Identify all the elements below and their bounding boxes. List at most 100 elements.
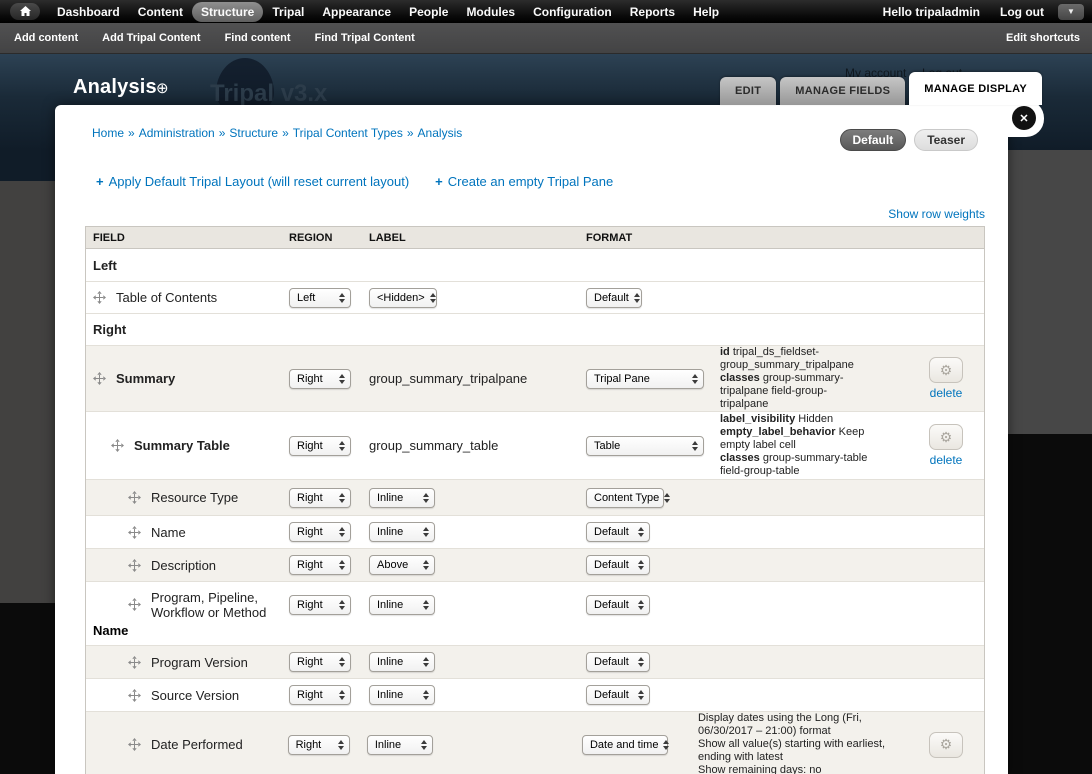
tab-manage-fields[interactable]: MANAGE FIELDS: [780, 77, 905, 105]
region-select[interactable]: Right: [289, 436, 351, 456]
tab-edit[interactable]: EDIT: [720, 77, 776, 105]
shortcut-find-content[interactable]: Find content: [215, 28, 301, 48]
field-name: Resource Type: [151, 490, 238, 505]
format-settings-button[interactable]: ⚙: [929, 424, 963, 450]
toolbar-item-content[interactable]: Content: [129, 2, 192, 22]
view-mode-default[interactable]: Default: [840, 129, 907, 151]
page-background: [0, 181, 55, 603]
shortcut-add-content[interactable]: Add content: [4, 28, 88, 48]
tab-manage-display[interactable]: MANAGE DISPLAY: [909, 72, 1042, 105]
toolbar-item-structure[interactable]: Structure: [192, 2, 263, 22]
apply-default-layout-link[interactable]: +Apply Default Tripal Layout (will reset…: [96, 174, 409, 189]
home-button[interactable]: [10, 3, 40, 20]
label-select[interactable]: Inline: [369, 488, 435, 508]
label-select[interactable]: Above: [369, 555, 435, 575]
drag-handle-icon[interactable]: [128, 559, 141, 572]
field-name: Summary: [116, 371, 175, 386]
group-row-left: Left: [86, 249, 984, 281]
format-select[interactable]: Default: [586, 652, 650, 672]
format-select[interactable]: Default: [586, 595, 650, 615]
label-select[interactable]: <Hidden>: [369, 288, 437, 308]
format-select[interactable]: Date and time: [582, 735, 668, 755]
shortcut-find-tripal-content[interactable]: Find Tripal Content: [305, 28, 425, 48]
format-value: Default: [594, 559, 629, 571]
plus-icon: +: [435, 174, 443, 189]
drag-handle-icon[interactable]: [128, 491, 141, 504]
circle-plus-icon[interactable]: ⊕: [156, 79, 169, 97]
label-value: <Hidden>: [377, 292, 425, 304]
region-select[interactable]: Right: [289, 369, 351, 389]
toolbar-item-reports[interactable]: Reports: [621, 2, 684, 22]
label-select[interactable]: Inline: [369, 652, 435, 672]
format-select[interactable]: Default: [586, 555, 650, 575]
breadcrumb-tripal-content-types[interactable]: Tripal Content Types: [293, 126, 403, 140]
close-overlay-button[interactable]: ✕: [1012, 106, 1036, 130]
breadcrumb-home[interactable]: Home: [92, 126, 124, 140]
region-select[interactable]: Right: [289, 488, 351, 508]
column-header-region: REGION: [289, 232, 369, 244]
gear-icon: ⚙: [940, 736, 953, 753]
site-name: Tripal v3.x: [210, 80, 327, 108]
delete-link[interactable]: delete: [930, 453, 963, 467]
region-select[interactable]: Right: [288, 735, 350, 755]
region-select[interactable]: Right: [289, 652, 351, 672]
drag-handle-icon[interactable]: [93, 372, 106, 385]
format-select[interactable]: Table: [586, 436, 704, 456]
region-select[interactable]: Right: [289, 685, 351, 705]
label-select[interactable]: Inline: [369, 685, 435, 705]
region-select[interactable]: Left: [289, 288, 351, 308]
region-select[interactable]: Right: [289, 555, 351, 575]
drag-handle-icon[interactable]: [128, 598, 141, 611]
view-mode-switcher: Default Teaser: [840, 129, 978, 151]
region-select[interactable]: Right: [289, 595, 351, 615]
format-settings-button[interactable]: ⚙: [929, 357, 963, 383]
group-label: Right: [93, 322, 126, 337]
toolbar-item-help[interactable]: Help: [684, 2, 728, 22]
format-value: Content Type: [594, 492, 659, 504]
toolbar-item-people[interactable]: People: [400, 2, 457, 22]
page-title: Analysis: [73, 76, 157, 99]
drag-handle-icon[interactable]: [128, 526, 141, 539]
toolbar-item-appearance[interactable]: Appearance: [313, 2, 400, 22]
breadcrumb-administration[interactable]: Administration: [139, 126, 215, 140]
format-select[interactable]: Content Type: [586, 488, 664, 508]
field-display-table: FIELD REGION LABEL FORMAT Left Table of …: [85, 226, 985, 774]
region-value: Right: [297, 599, 323, 611]
format-select[interactable]: Default: [586, 522, 650, 542]
toolbar-item-configuration[interactable]: Configuration: [524, 2, 621, 22]
field-name: Program Version: [151, 655, 248, 670]
breadcrumb-structure[interactable]: Structure: [229, 126, 278, 140]
format-select[interactable]: Default: [586, 288, 642, 308]
shortcut-add-tripal-content[interactable]: Add Tripal Content: [92, 28, 210, 48]
drag-handle-icon[interactable]: [128, 738, 141, 751]
format-select[interactable]: Default: [586, 685, 650, 705]
label-select[interactable]: Inline: [369, 522, 435, 542]
region-select[interactable]: Right: [289, 522, 351, 542]
breadcrumb-analysis[interactable]: Analysis: [418, 126, 463, 140]
toolbar-item-tripal[interactable]: Tripal: [263, 2, 313, 22]
create-tripal-pane-link[interactable]: +Create an empty Tripal Pane: [435, 174, 613, 189]
format-value: Table: [594, 440, 620, 452]
label-select[interactable]: Inline: [369, 595, 435, 615]
edit-shortcuts-link[interactable]: Edit shortcuts: [1006, 32, 1080, 44]
drag-handle-icon[interactable]: [128, 656, 141, 669]
setting-line: Show all value(s) starting with earliest…: [698, 738, 918, 764]
show-row-weights-link[interactable]: Show row weights: [888, 207, 985, 221]
label-value: Inline: [377, 689, 403, 701]
page-background: [0, 150, 55, 181]
drag-handle-icon[interactable]: [93, 291, 106, 304]
format-select[interactable]: Tripal Pane: [586, 369, 704, 389]
toolbar-item-dashboard[interactable]: Dashboard: [48, 2, 129, 22]
view-mode-teaser[interactable]: Teaser: [914, 129, 978, 151]
toolbar-item-modules[interactable]: Modules: [457, 2, 524, 22]
label-select[interactable]: Inline: [367, 735, 433, 755]
drag-handle-icon[interactable]: [128, 689, 141, 702]
label-value: Inline: [377, 656, 403, 668]
field-name: Description: [151, 558, 216, 573]
delete-link[interactable]: delete: [930, 386, 963, 400]
toolbar-toggle-button[interactable]: ▼: [1058, 4, 1084, 20]
column-header-field: FIELD: [86, 232, 289, 244]
format-settings-button[interactable]: ⚙: [929, 732, 963, 758]
drag-handle-icon[interactable]: [111, 439, 124, 452]
logout-link[interactable]: Log out: [990, 2, 1054, 22]
